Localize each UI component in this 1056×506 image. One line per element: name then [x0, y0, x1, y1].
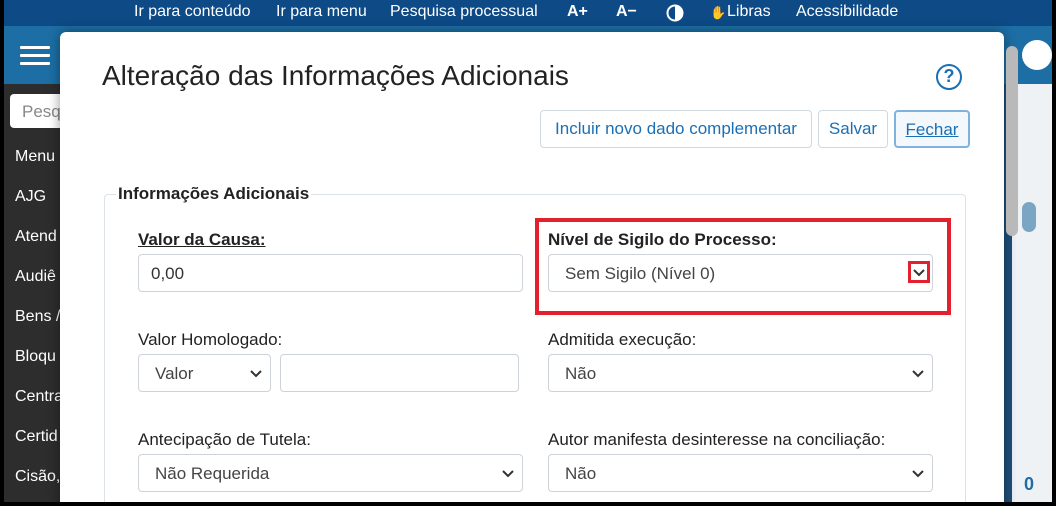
valor-homologado-type-select[interactable]: Valor — [138, 354, 271, 392]
help-icon[interactable]: ? — [936, 64, 962, 90]
valor-causa-label: Valor da Causa: — [138, 230, 266, 250]
accessibility-bar: Ir para conteúdo Ir para menu Pesquisa p… — [4, 0, 1052, 26]
font-increase-button[interactable]: A+ — [567, 3, 588, 21]
sidebar-item[interactable]: Menu — [15, 148, 55, 166]
chevron-down-icon — [500, 465, 516, 481]
sidebar-item[interactable]: AJG — [15, 188, 46, 206]
dialog-title: Alteração das Informações Adicionais — [102, 60, 569, 91]
modal-scrollbar[interactable] — [1006, 46, 1018, 236]
add-complementary-data-button[interactable]: Incluir novo dado complementar — [540, 110, 812, 148]
antecipacao-tutela-label: Antecipação de Tutela: — [138, 430, 311, 449]
highlight-box — [535, 218, 951, 315]
sidebar-item[interactable]: Centra — [15, 388, 63, 406]
sidebar-item[interactable]: Atend — [15, 228, 57, 246]
sidebar-item[interactable]: Bloqu — [15, 348, 56, 366]
menu-icon[interactable] — [20, 46, 50, 66]
app-window: Ir para conteúdo Ir para menu Pesquisa p… — [4, 0, 1052, 502]
background-toggle — [1022, 202, 1036, 232]
sidebar-item[interactable]: Audiê — [15, 268, 56, 286]
autor-desinteresse-value: Não — [565, 464, 597, 483]
admitida-execucao-value: Não — [565, 364, 597, 383]
close-button[interactable]: Fechar — [894, 110, 970, 148]
accessibility-link[interactable]: Acessibilidade — [796, 3, 898, 21]
valor-homologado-type-value: Valor — [155, 364, 194, 383]
edit-additional-info-dialog: Alteração das Informações Adicionais ? I… — [60, 32, 1004, 502]
background-panel: 0 — [1012, 84, 1052, 502]
libras-hand-icon: ✋ — [710, 5, 727, 20]
autor-desinteresse-select[interactable]: Não — [548, 454, 933, 492]
user-avatar[interactable] — [1022, 40, 1052, 70]
chevron-down-icon — [910, 365, 926, 381]
sidebar: Pesq Menu AJG Atend Audiê Bens / Bloqu C… — [4, 84, 70, 502]
valor-causa-label-text: Valor da Causa: — [138, 230, 266, 249]
valor-homologado-input[interactable] — [280, 354, 519, 392]
skip-to-content-link[interactable]: Ir para conteúdo — [134, 3, 251, 21]
background-count: 0 — [1024, 474, 1035, 494]
admitida-execucao-select[interactable]: Não — [548, 354, 933, 392]
antecipacao-tutela-select[interactable]: Não Requerida — [138, 454, 523, 492]
sidebar-item[interactable]: Certid — [15, 428, 58, 446]
valor-causa-input[interactable]: 0,00 — [138, 254, 523, 292]
chevron-down-icon — [910, 465, 926, 481]
sidebar-item[interactable]: Bens / — [15, 308, 60, 326]
libras-link[interactable]: Libras — [727, 3, 771, 21]
process-search-link[interactable]: Pesquisa processual — [390, 3, 538, 21]
autor-desinteresse-label: Autor manifesta desinteresse na concilia… — [548, 430, 886, 449]
antecipacao-tutela-value: Não Requerida — [155, 464, 270, 483]
sidebar-item[interactable]: Cisão, — [15, 468, 60, 486]
section-title: Informações Adicionais — [116, 184, 312, 204]
skip-to-menu-link[interactable]: Ir para menu — [276, 3, 367, 21]
admitida-execucao-label: Admitida execução: — [548, 330, 697, 349]
chevron-down-icon — [248, 365, 264, 381]
save-button[interactable]: Salvar — [818, 110, 888, 148]
contrast-icon[interactable] — [666, 4, 684, 27]
valor-homologado-label: Valor Homologado: — [138, 330, 283, 349]
font-decrease-button[interactable]: A− — [616, 3, 637, 21]
